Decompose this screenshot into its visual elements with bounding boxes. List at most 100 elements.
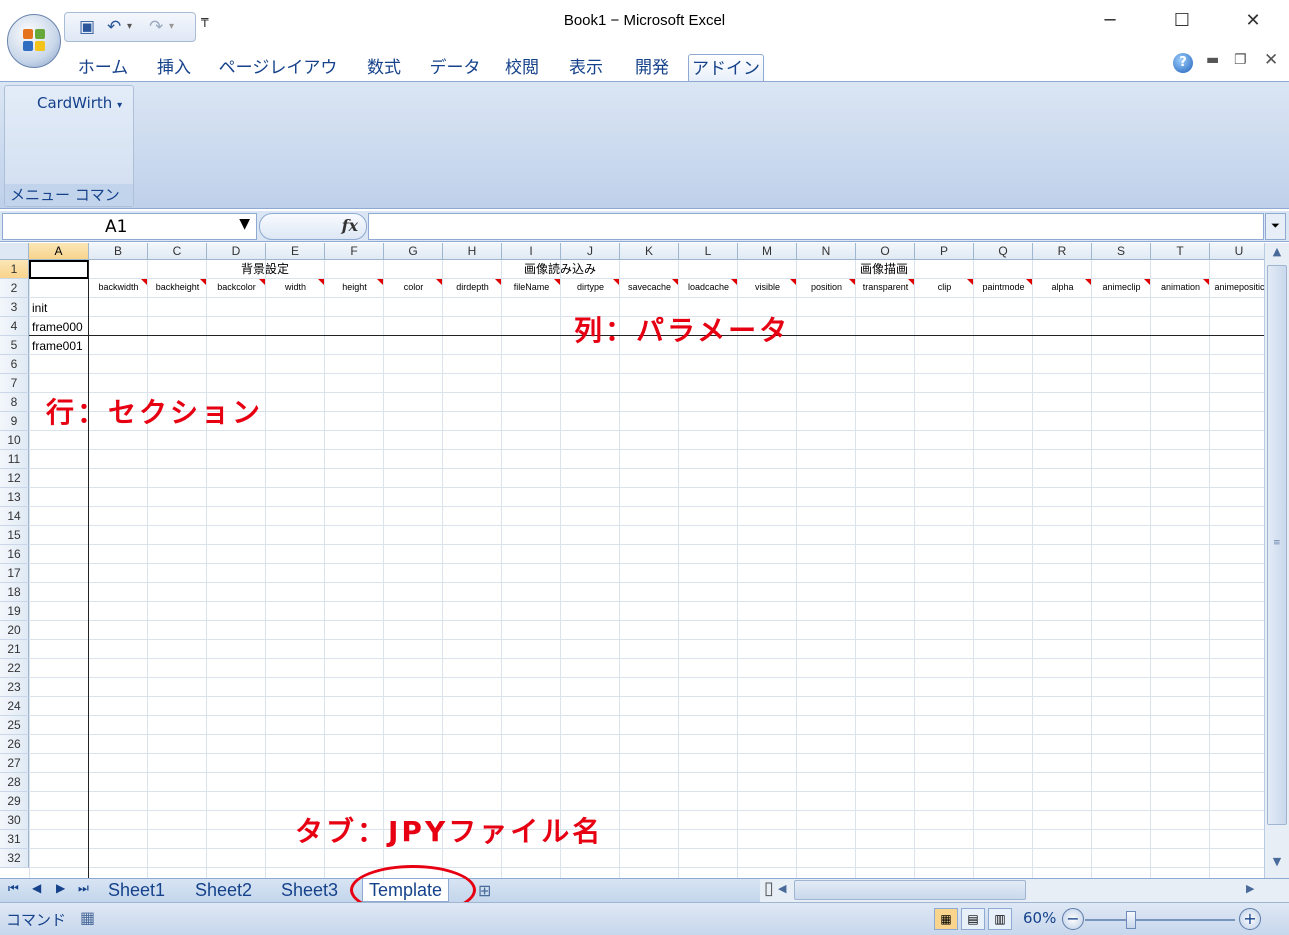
row-header-7[interactable]: 7 [0, 374, 29, 393]
column-header-E[interactable]: E [266, 243, 325, 260]
tab-insert[interactable]: 挿入 [146, 54, 202, 82]
row-header-19[interactable]: 19 [0, 602, 29, 621]
zoom-slider-thumb[interactable] [1126, 911, 1136, 929]
row-header-17[interactable]: 17 [0, 564, 29, 583]
column-header-D[interactable]: D [207, 243, 266, 260]
last-sheet-icon[interactable]: ⏭ [78, 881, 89, 896]
row-header-15[interactable]: 15 [0, 526, 29, 545]
sheet-tab-sheet3[interactable]: Sheet3 [281, 879, 338, 902]
cell-A3[interactable]: init [32, 301, 47, 315]
tab-split-handle[interactable]: ▯ [764, 878, 774, 899]
macro-record-icon[interactable]: ▦ [80, 908, 95, 927]
worksheet-grid[interactable]: ABCDEFGHIJKLMNOPQRSTU 1 2 3 4 5 6 7 8 9 10 11 12 13 1… [0, 243, 1289, 878]
column-header-P[interactable]: P [915, 243, 974, 260]
zoom-slider[interactable] [1085, 919, 1235, 921]
param-cell[interactable]: dirdepth [443, 282, 502, 292]
column-header-M[interactable]: M [738, 243, 797, 260]
row-header-26[interactable]: 26 [0, 735, 29, 754]
sheet-tab-sheet2[interactable]: Sheet2 [195, 879, 252, 902]
workbook-restore-icon[interactable]: ❐ [1234, 52, 1247, 68]
select-all-corner[interactable] [0, 243, 29, 260]
column-header-S[interactable]: S [1092, 243, 1151, 260]
horizontal-scroll-thumb[interactable] [794, 880, 1026, 900]
column-header-L[interactable]: L [679, 243, 738, 260]
row-header-23[interactable]: 23 [0, 678, 29, 697]
tab-home[interactable]: ホーム [70, 54, 136, 82]
param-cell[interactable]: visible [738, 282, 797, 292]
page-layout-view-button[interactable]: ▤ [961, 908, 985, 930]
param-cell[interactable]: alpha [1033, 282, 1092, 292]
param-cell[interactable]: savecache [620, 282, 679, 292]
row-header-11[interactable]: 11 [0, 450, 29, 469]
row-header-22[interactable]: 22 [0, 659, 29, 678]
scroll-left-icon[interactable]: ◀ [778, 882, 786, 895]
tab-addins[interactable]: アドイン [688, 54, 764, 82]
param-cell[interactable]: color [384, 282, 443, 292]
row-header-13[interactable]: 13 [0, 488, 29, 507]
vertical-scrollbar[interactable]: ▲ ≡ ▼ [1264, 243, 1289, 878]
zoom-level[interactable]: 60% [1023, 909, 1056, 927]
column-header-K[interactable]: K [620, 243, 679, 260]
row-header-24[interactable]: 24 [0, 697, 29, 716]
row-header-5[interactable]: 5 [0, 336, 29, 355]
param-cell[interactable]: height [325, 282, 384, 292]
row-header-25[interactable]: 25 [0, 716, 29, 735]
param-cell[interactable]: position [797, 282, 856, 292]
tab-page-layout[interactable]: ページレイアウト [212, 54, 344, 106]
first-sheet-icon[interactable]: ⏮ [8, 881, 19, 896]
column-header-T[interactable]: T [1151, 243, 1210, 260]
insert-sheet-icon[interactable]: ⊞ [478, 881, 491, 900]
row-header-3[interactable]: 3 [0, 298, 29, 317]
column-header-N[interactable]: N [797, 243, 856, 260]
cell-A4[interactable]: frame000 [32, 320, 83, 334]
next-sheet-icon[interactable]: ▶ [56, 881, 65, 895]
help-icon[interactable]: ? [1173, 53, 1193, 73]
column-header-U[interactable]: U [1210, 243, 1269, 260]
param-cell[interactable]: width [266, 282, 325, 292]
vertical-scroll-thumb[interactable]: ≡ [1267, 265, 1287, 825]
column-header-Q[interactable]: Q [974, 243, 1033, 260]
horizontal-scrollbar[interactable]: ▯ ◀ ▶ [760, 878, 1289, 902]
tab-formulas[interactable]: 数式 [356, 54, 412, 82]
param-cell[interactable]: fileName [502, 282, 561, 292]
param-cell[interactable]: backheight [148, 282, 207, 292]
row-header-21[interactable]: 21 [0, 640, 29, 659]
row-header-32[interactable]: 32 [0, 849, 29, 868]
insert-function-button[interactable]: fx [259, 213, 367, 240]
selected-cell-A1[interactable] [29, 260, 89, 279]
name-box[interactable]: A1 ▼ [2, 213, 257, 240]
param-cell[interactable]: loadcache [679, 282, 738, 292]
column-header-F[interactable]: F [325, 243, 384, 260]
column-header-J[interactable]: J [561, 243, 620, 260]
row-header-18[interactable]: 18 [0, 583, 29, 602]
row-header-31[interactable]: 31 [0, 830, 29, 849]
row-header-27[interactable]: 27 [0, 754, 29, 773]
param-cell[interactable]: backwidth [89, 282, 148, 292]
row-header-2[interactable]: 2 [0, 279, 29, 298]
tab-data[interactable]: データ [422, 54, 488, 82]
column-header-C[interactable]: C [148, 243, 207, 260]
row-header-16[interactable]: 16 [0, 545, 29, 564]
column-header-A[interactable]: A [29, 243, 89, 260]
tab-view[interactable]: 表示 [558, 54, 614, 82]
column-header-O[interactable]: O [856, 243, 915, 260]
workbook-minimize-icon[interactable]: ▬ [1206, 52, 1219, 68]
column-header-R[interactable]: R [1033, 243, 1092, 260]
expand-formula-bar-button[interactable]: ⏷ [1265, 213, 1286, 240]
param-cell[interactable]: backcolor [207, 282, 266, 292]
column-header-H[interactable]: H [443, 243, 502, 260]
scroll-down-icon[interactable]: ▼ [1267, 855, 1287, 873]
chevron-down-icon[interactable]: ▼ [239, 216, 250, 232]
cells-area[interactable]: 背景設定 画像読み込み 画像描画 backwidthbackheightback… [29, 260, 1269, 878]
row-header-20[interactable]: 20 [0, 621, 29, 640]
tab-review[interactable]: 校閲 [494, 54, 550, 82]
sheet-tab-sheet1[interactable]: Sheet1 [108, 879, 165, 902]
formula-input[interactable] [368, 213, 1264, 240]
row-header-4[interactable]: 4 [0, 317, 29, 336]
row-header-1[interactable]: 1 [0, 260, 29, 279]
scroll-up-icon[interactable]: ▲ [1267, 245, 1287, 263]
row-header-12[interactable]: 12 [0, 469, 29, 488]
office-button[interactable] [7, 14, 61, 68]
param-cell[interactable]: animeclip [1092, 282, 1151, 292]
row-header-30[interactable]: 30 [0, 811, 29, 830]
